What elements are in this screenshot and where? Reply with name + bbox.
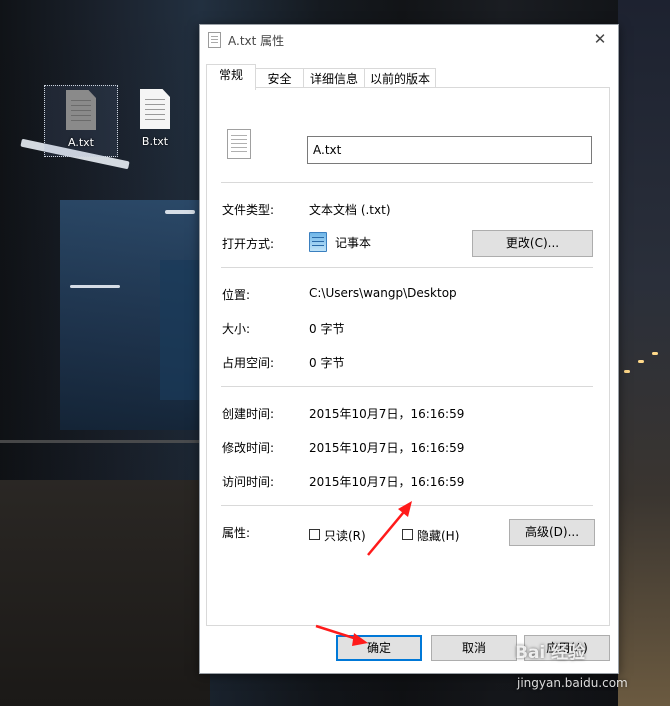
open-with-value: 记事本 [335,236,372,250]
desktop-file-label: B.txt [141,135,169,148]
baidu-watermark: Bai 经验 [515,643,586,663]
modified-value: 2015年10月7日，16:16:59 [309,441,465,455]
wallpaper-lamp [652,352,658,355]
location-value: C:\Users\wangp\Desktop [309,286,457,300]
file-type-value: 文本文档 (.txt) [309,203,391,217]
modified-label: 修改时间: [222,441,275,455]
tab-security[interactable]: 安全 [255,68,304,89]
annotation-arrow-hidden [367,501,412,556]
wallpaper-window-2 [160,260,200,400]
file-name-input[interactable] [307,136,592,164]
notepad-icon [309,232,327,252]
wallpaper-floor [0,480,210,706]
arrow-head [352,633,368,646]
attributes-label: 属性: [222,526,251,540]
wallpaper-ceiling-light [70,285,120,288]
text-file-icon [208,32,221,48]
accessed-value: 2015年10月7日，16:16:59 [309,475,465,489]
location-label: 位置: [222,288,251,302]
wallpaper-lamp [638,360,644,363]
change-button[interactable]: 更改(C)... [472,230,593,257]
text-file-icon [66,90,96,130]
wallpaper-right-platform [618,0,670,706]
desktop-file-label: A.txt [68,136,94,149]
readonly-checkbox[interactable] [309,529,320,540]
tab-general[interactable]: 常规 [206,64,256,90]
divider [221,386,593,387]
tab-details[interactable]: 详细信息 [303,68,365,89]
hidden-label[interactable]: 隐藏(H) [417,527,459,544]
annotation-arrow-ok [315,624,368,646]
baidu-watermark-url: jingyan.baidu.com [517,676,628,690]
size-on-disk-value: 0 字节 [309,356,345,370]
advanced-button[interactable]: 高级(D)... [509,519,595,546]
tab-previous-versions[interactable]: 以前的版本 [364,68,436,89]
cancel-button[interactable]: 取消 [431,635,517,661]
open-with-label: 打开方式: [222,237,275,251]
created-label: 创建时间: [222,407,275,421]
size-on-disk-label: 占用空间: [222,356,275,370]
accessed-label: 访问时间: [222,475,275,489]
size-value: 0 字节 [309,322,345,336]
arrow-shaft [367,506,409,556]
wallpaper-railing [0,440,210,485]
dialog-title: A.txt 属性 [228,34,285,48]
wallpaper-lamp [624,370,630,373]
text-file-icon [140,89,170,129]
title-bar[interactable]: A.txt 属性 ✕ [200,25,618,55]
desktop-file-b[interactable]: B.txt [119,85,191,155]
file-type-label: 文件类型: [222,203,275,217]
divider [221,267,593,268]
divider [221,182,593,183]
wallpaper-ceiling-light [165,210,195,214]
text-file-icon [227,129,251,159]
close-icon[interactable]: ✕ [590,28,610,50]
desktop-file-a[interactable]: A.txt [44,85,118,157]
size-label: 大小: [222,322,251,336]
created-value: 2015年10月7日，16:16:59 [309,407,465,421]
properties-dialog: A.txt 属性 ✕ 常规 安全 详细信息 以前的版本 文件类型: 文本文档 (… [199,24,619,674]
